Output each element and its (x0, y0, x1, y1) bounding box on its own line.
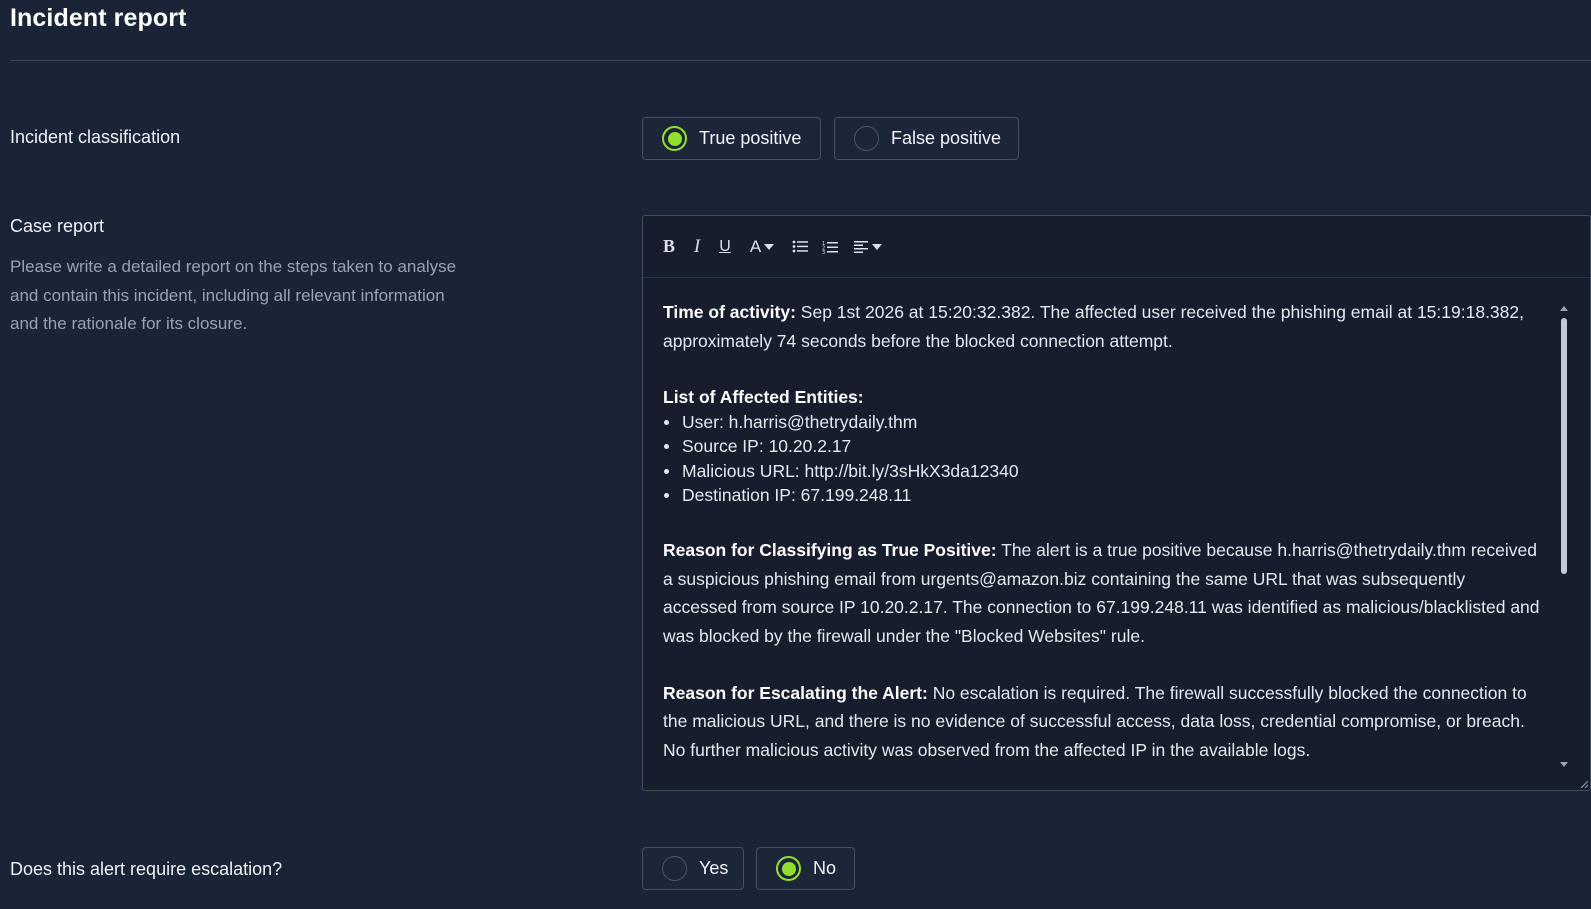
reason-tp-paragraph: Reason for Classifying as True Positive:… (663, 536, 1543, 650)
entities-heading-paragraph: List of Affected Entities: (663, 384, 1543, 410)
entities-heading: List of Affected Entities: (663, 386, 864, 407)
font-color-icon[interactable]: A (745, 235, 779, 259)
align-icon[interactable] (851, 235, 885, 259)
reason-esc-heading: Reason for Escalating the Alert: (663, 682, 928, 703)
true-positive-label: True positive (699, 128, 802, 148)
true-positive-radio[interactable]: True positive (642, 117, 821, 160)
font-color-glyph: A (749, 236, 762, 256)
escalation-no-radio[interactable]: No (756, 847, 855, 890)
radio-unselected-icon (662, 856, 687, 881)
numbered-list-icon[interactable]: 1 2 3 (821, 235, 839, 259)
time-heading: Time of activity: (663, 302, 796, 322)
false-positive-label: False positive (891, 128, 1002, 148)
classification-label: Incident classification (10, 127, 181, 147)
time-paragraph: Time of activity: Sep 1st 2026 at 15:20:… (663, 298, 1543, 355)
reason-tp-heading: Reason for Classifying as True Positive: (663, 540, 997, 560)
bullet-list-icon[interactable] (791, 235, 809, 259)
page-title: Incident report (10, 4, 187, 32)
list-item: Source IP: 10.20.2.17 (663, 434, 1543, 459)
scroll-down-icon[interactable] (1560, 762, 1568, 767)
editor-scrollbar[interactable] (1561, 318, 1567, 574)
chevron-down-icon (764, 243, 775, 250)
radio-selected-icon (776, 856, 801, 881)
reason-esc-paragraph: Reason for Escalating the Alert: No esca… (663, 679, 1543, 765)
case-report-label: Case report (10, 216, 105, 236)
escalation-no-label: No (813, 858, 837, 878)
svg-text:3: 3 (822, 250, 825, 254)
case-report-editor[interactable]: B I U A 1 2 3 Time of activity: Sep 1st … (642, 215, 1591, 791)
radio-unselected-icon (854, 126, 879, 151)
radio-selected-icon (662, 126, 687, 151)
case-report-hint: Please write a detailed report on the st… (10, 257, 457, 333)
italic-icon[interactable]: I (689, 235, 705, 259)
editor-toolbar: B I U A 1 2 3 (643, 216, 1590, 278)
false-positive-radio[interactable]: False positive (834, 117, 1019, 160)
chevron-down-icon (872, 243, 882, 250)
list-item: Destination IP: 67.199.248.11 (663, 483, 1543, 508)
list-item: Malicious URL: http://bit.ly/3sHkX3da123… (663, 459, 1543, 484)
escalation-label: Does this alert require escalation? (10, 859, 283, 879)
editor-content[interactable]: Time of activity: Sep 1st 2026 at 15:20:… (663, 298, 1543, 764)
entities-list: User: h.harris@thetrydaily.thm Source IP… (663, 410, 1543, 508)
incident-report-page: Incident report Incident classification … (0, 0, 1591, 909)
header-divider (10, 60, 1591, 61)
resize-handle-icon[interactable] (1580, 780, 1588, 788)
escalation-yes-label: Yes (699, 858, 729, 878)
list-item: User: h.harris@thetrydaily.thm (663, 410, 1543, 435)
bold-icon[interactable]: B (661, 235, 677, 259)
scroll-up-icon[interactable] (1560, 306, 1568, 311)
escalation-yes-radio[interactable]: Yes (642, 847, 744, 890)
underline-icon[interactable]: U (717, 235, 733, 259)
